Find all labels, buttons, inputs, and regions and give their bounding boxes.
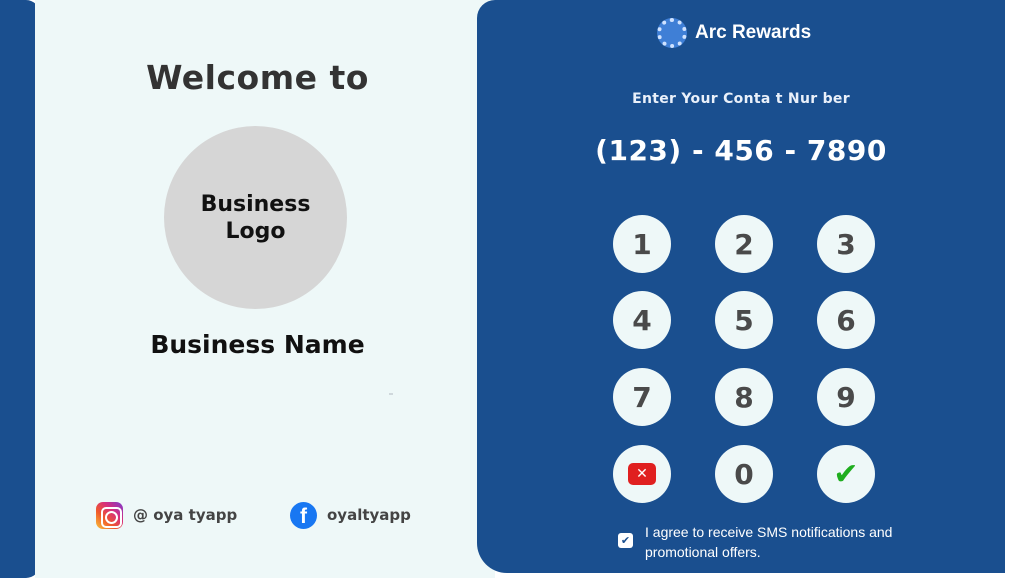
facebook-icon: f xyxy=(290,501,317,529)
brand-header: Arc Rewards xyxy=(657,18,811,48)
keypad-key-3[interactable]: 3 xyxy=(817,215,875,273)
left-accent-strip xyxy=(0,0,40,578)
brand-name: Arc Rewards xyxy=(695,22,812,43)
keypad-key-1[interactable]: 1 xyxy=(613,215,671,273)
phone-number-display[interactable]: (123) - 456 - 7890 xyxy=(477,134,1005,167)
sms-consent[interactable]: ✔ I agree to receive SMS notifications a… xyxy=(618,522,935,562)
keypad-key-0[interactable]: 0 xyxy=(715,445,773,503)
instagram-handle: @ oya tyapp xyxy=(133,506,238,524)
business-logo-placeholder: Business Logo xyxy=(164,126,347,309)
consent-text: I agree to receive SMS notifications and… xyxy=(645,524,893,560)
backspace-icon: ✕ xyxy=(628,463,656,485)
business-name: Business Name xyxy=(150,330,365,359)
arc-rewards-logo-icon xyxy=(657,18,687,48)
keypad-key-6[interactable]: 6 xyxy=(817,291,875,349)
keypad-delete-button[interactable]: ✕ xyxy=(613,445,671,503)
divider-dot xyxy=(389,393,393,395)
phone-prompt: Enter Your Conta t Nur ber xyxy=(632,91,850,107)
welcome-heading: Welcome to xyxy=(146,58,369,97)
keypad-key-7[interactable]: 7 xyxy=(613,368,671,426)
keypad-key-8[interactable]: 8 xyxy=(715,368,773,426)
keypad-key-9[interactable]: 9 xyxy=(817,368,875,426)
keypad-key-2[interactable]: 2 xyxy=(715,215,773,273)
facebook-handle: oyaltyapp xyxy=(327,506,411,524)
facebook-link[interactable]: f oyaltyapp xyxy=(290,501,411,529)
right-edge xyxy=(1005,0,1010,578)
checkmark-icon: ✔ xyxy=(833,456,859,492)
keypad-key-4[interactable]: 4 xyxy=(613,291,671,349)
instagram-link[interactable]: @ oya tyapp xyxy=(96,501,237,529)
keypad-key-5[interactable]: 5 xyxy=(715,291,773,349)
instagram-icon xyxy=(96,501,123,529)
keypad-submit-button[interactable]: ✔ xyxy=(817,445,875,503)
consent-checkbox[interactable]: ✔ xyxy=(618,533,633,548)
